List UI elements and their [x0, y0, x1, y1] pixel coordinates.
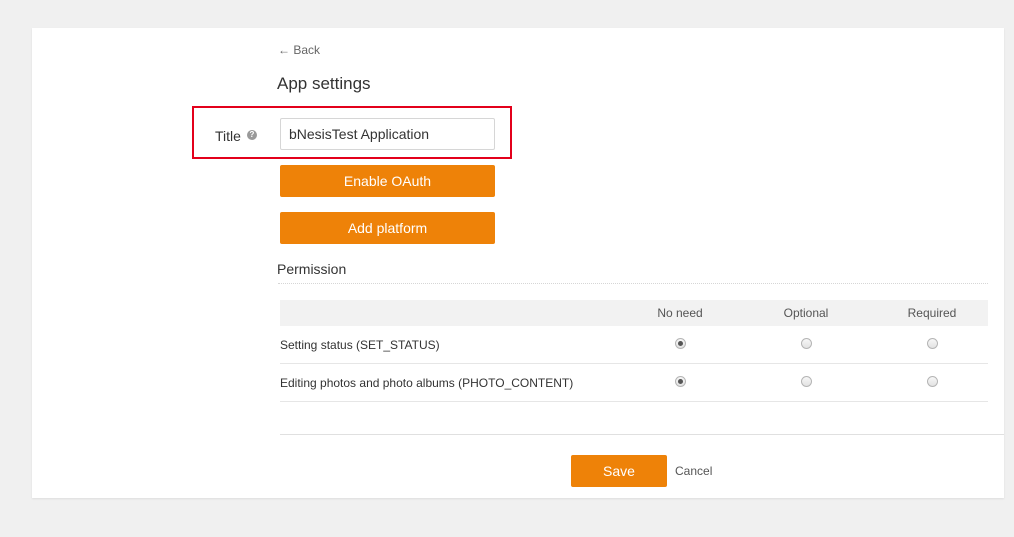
radio-photo-content-optional[interactable]: [801, 376, 812, 387]
permission-row-set-status: Setting status (SET_STATUS): [280, 326, 988, 364]
permission-label: Editing photos and photo albums (PHOTO_C…: [280, 376, 574, 390]
title-input[interactable]: [280, 118, 495, 150]
title-label: Title: [215, 128, 241, 144]
add-platform-button[interactable]: Add platform: [280, 212, 495, 244]
radio-photo-content-no-need[interactable]: [675, 376, 686, 387]
enable-oauth-button[interactable]: Enable OAuth: [280, 165, 495, 197]
permission-table: No need Optional Required Setting status…: [280, 300, 988, 402]
column-required: Required: [907, 306, 957, 320]
back-link[interactable]: ← Back: [278, 43, 320, 57]
page-title: App settings: [277, 74, 371, 93]
radio-photo-content-required[interactable]: [927, 376, 938, 387]
permission-label: Setting status (SET_STATUS): [280, 338, 440, 352]
column-no-need: No need: [657, 306, 703, 320]
permission-row-photo-content: Editing photos and photo albums (PHOTO_C…: [280, 364, 988, 402]
permission-divider: [278, 283, 988, 284]
permission-heading: Permission: [277, 261, 347, 277]
radio-set-status-no-need[interactable]: [675, 338, 686, 349]
column-optional: Optional: [783, 306, 829, 320]
save-button[interactable]: Save: [571, 455, 667, 487]
radio-set-status-required[interactable]: [927, 338, 938, 349]
help-icon[interactable]: ?: [247, 130, 257, 140]
cancel-link[interactable]: Cancel: [675, 464, 712, 478]
radio-set-status-optional[interactable]: [801, 338, 812, 349]
footer-divider: [280, 434, 1004, 435]
permission-table-header: No need Optional Required: [280, 300, 988, 326]
settings-card: ← Back App settings Title ? Enable OAuth…: [32, 28, 1004, 498]
